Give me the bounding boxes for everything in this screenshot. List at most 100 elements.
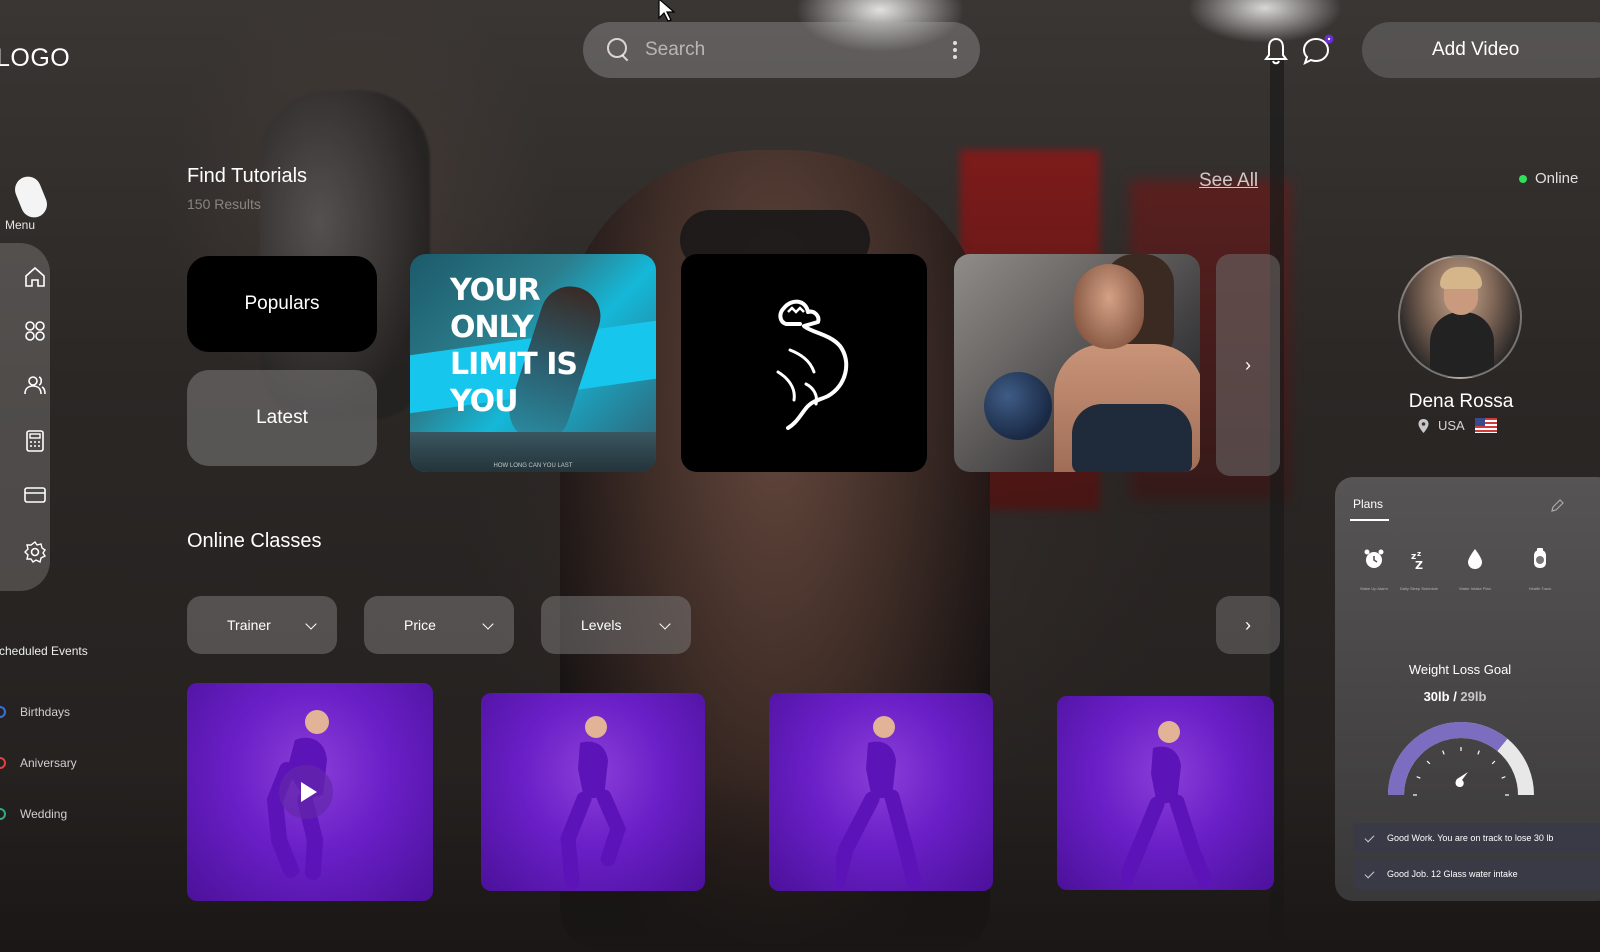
price-filter[interactable]: Price — [364, 596, 514, 654]
plan-label: Water Intake Plan — [1459, 586, 1491, 591]
settings-icon — [24, 540, 47, 564]
sidebar-item-home[interactable] — [20, 262, 50, 292]
calculator-icon — [26, 430, 44, 452]
event-label: Wedding — [20, 807, 68, 821]
check-icon — [1364, 832, 1375, 843]
class-card[interactable] — [769, 693, 993, 891]
plan-wake-up-alarm[interactable]: Wake Up Alarm — [1354, 547, 1394, 591]
tutorials-next-button[interactable]: › — [1216, 254, 1280, 476]
svg-text:Z: Z — [1415, 559, 1423, 571]
plan-label: Daily Sleep Schedule — [1399, 586, 1439, 591]
tutorial-card-motivation[interactable]: YOUR ONLY LIMIT IS YOU HOW LONG CAN YOU … — [410, 254, 656, 472]
card-icon — [24, 487, 46, 503]
plan-health-track[interactable]: Health Track — [1520, 547, 1560, 591]
see-all-link[interactable]: See All — [1199, 170, 1258, 192]
search-input[interactable] — [645, 39, 944, 61]
sidebar-item-calculator[interactable] — [20, 426, 50, 456]
class-card[interactable] — [1057, 696, 1274, 890]
plans-panel: Plans Wake Up Alarm z z Z Daily Sleep Sc… — [1335, 477, 1600, 901]
gauge-progress — [1388, 722, 1508, 796]
health-icon — [1534, 548, 1546, 568]
avatar-body — [1430, 312, 1494, 377]
event-wedding[interactable]: Wedding — [0, 807, 67, 821]
weight-loss-goal-title: Weight Loss Goal — [1408, 662, 1512, 677]
athlete-top — [1072, 404, 1192, 472]
logo[interactable]: LOGO — [0, 44, 70, 73]
goal-target: 29lb — [1460, 689, 1487, 704]
alarm-clock-icon — [1364, 549, 1384, 568]
location-pin-icon — [1418, 418, 1429, 433]
athlete-figure — [836, 715, 922, 889]
menu-label: Menu — [5, 218, 36, 232]
sidebar-item-users[interactable] — [20, 370, 50, 400]
users-icon — [24, 376, 46, 395]
chat-icon[interactable] — [1301, 34, 1335, 68]
play-button[interactable] — [279, 765, 333, 819]
add-video-button[interactable]: Add Video — [1362, 22, 1600, 78]
results-count: 150 Results — [187, 196, 261, 212]
filter-label: Trainer — [227, 617, 271, 633]
online-dot-icon — [1519, 174, 1527, 183]
latest-button[interactable]: Latest — [187, 370, 377, 466]
muscle-logo-icon — [776, 299, 849, 430]
sidebar-item-settings[interactable] — [20, 537, 50, 567]
online-label: Online — [1535, 170, 1579, 187]
chevron-right-icon: › — [1245, 354, 1251, 375]
more-options-icon[interactable] — [952, 41, 958, 59]
classes-next-button[interactable]: › — [1216, 596, 1280, 654]
tab-plans[interactable]: Plans — [1353, 497, 1383, 511]
populars-button[interactable]: Populars — [187, 256, 377, 352]
levels-filter[interactable]: Levels — [541, 596, 691, 654]
event-label: Birthdays — [20, 705, 71, 719]
mouse-cursor-icon — [658, 0, 676, 22]
chevron-right-icon: › — [1245, 614, 1251, 635]
search-bar[interactable] — [583, 22, 980, 78]
class-card[interactable] — [481, 693, 705, 891]
sidebar-item-grid[interactable] — [20, 316, 50, 346]
plan-label: Health Track — [1528, 586, 1552, 591]
edit-icon[interactable] — [1550, 499, 1564, 513]
gauge-tick — [1477, 750, 1480, 755]
goal-separator: / — [1449, 689, 1461, 704]
note-text: Good Work. You are on track to lose 30 l… — [1387, 833, 1554, 843]
trainer-filter[interactable]: Trainer — [187, 596, 337, 654]
goal-current: 30lb — [1423, 689, 1450, 704]
athlete-head — [1074, 264, 1144, 349]
progress-note: Good Job. 12 Glass water intake — [1353, 859, 1600, 889]
profile-location: USA — [1418, 418, 1497, 433]
plan-water-intake[interactable]: Water Intake Plan — [1455, 547, 1495, 591]
tutorial-card-muscle[interactable] — [681, 254, 927, 472]
avatar[interactable] — [1398, 255, 1522, 379]
gauge-ticks — [1413, 747, 1509, 796]
progress-note: Good Work. You are on track to lose 30 l… — [1353, 823, 1600, 853]
event-birthdays[interactable]: Birthdays — [0, 705, 70, 719]
profile-name: Dena Rossa — [1408, 391, 1514, 412]
kettlebell — [984, 372, 1052, 440]
gauge-tick — [1426, 760, 1431, 765]
notification-bell-icon[interactable] — [1263, 36, 1289, 66]
motivation-footer: HOW LONG CAN YOU LAST — [493, 463, 573, 469]
chevron-down-icon — [659, 618, 671, 630]
find-tutorials-title: Find Tutorials — [187, 165, 308, 187]
gauge-tick — [1491, 760, 1496, 765]
online-classes-title: Online Classes — [187, 530, 322, 552]
event-anniversary[interactable]: Aniversary — [0, 756, 77, 770]
svg-text:z: z — [1417, 550, 1421, 558]
athlete-figure — [560, 715, 627, 889]
filter-label: Price — [404, 617, 436, 633]
sleep-icon: z z Z — [1411, 550, 1423, 572]
sidebar-item-payments[interactable] — [20, 480, 50, 510]
plan-sleep-schedule[interactable]: z z Z Daily Sleep Schedule — [1399, 547, 1439, 591]
tutorial-card-kettlebell[interactable] — [954, 254, 1200, 472]
motivation-text: YOUR ONLY LIMIT IS YOU — [450, 273, 578, 419]
gauge-tick — [1416, 776, 1421, 779]
usa-flag-icon — [1474, 418, 1497, 433]
check-icon — [1364, 868, 1375, 879]
avatar-hair — [1440, 267, 1482, 289]
home-icon — [25, 266, 45, 287]
country-label: USA — [1438, 418, 1465, 433]
water-drop-icon — [1468, 549, 1482, 569]
search-icon — [605, 37, 631, 63]
filter-label: Levels — [581, 617, 622, 633]
weight-loss-values: 30lb / 29lb — [1335, 689, 1575, 704]
